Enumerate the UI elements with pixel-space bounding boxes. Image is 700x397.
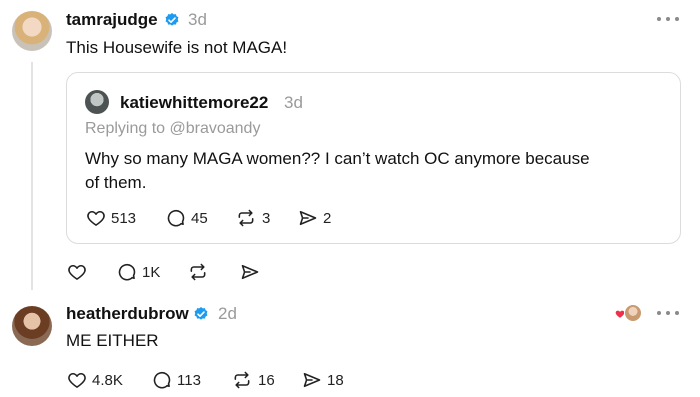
share-icon [303, 372, 321, 388]
repost-button[interactable]: 16 [231, 370, 275, 390]
heart-icon [68, 264, 86, 280]
like-button[interactable]: 4.8K [67, 370, 123, 390]
repost-icon [234, 371, 250, 389]
comment-icon [153, 371, 171, 389]
more-options-icon[interactable] [657, 16, 679, 22]
avatar-katiewhittemore22[interactable] [85, 90, 109, 114]
post-time: 2d [218, 304, 237, 323]
share-icon [241, 264, 259, 280]
username-tamrajudge[interactable]: tamrajudge [66, 10, 158, 30]
share-button[interactable]: 18 [302, 370, 344, 390]
quote-like-button[interactable]: 513 [86, 208, 136, 228]
like-count: 4.8K [92, 371, 123, 389]
quote-share-button[interactable]: 2 [298, 208, 331, 228]
repost-button[interactable] [187, 262, 209, 282]
share-count: 2 [323, 209, 332, 227]
comment-count: 45 [191, 209, 208, 227]
username-katiewhittemore22[interactable]: katiewhittemore22 [120, 93, 268, 113]
share-count: 18 [327, 371, 344, 389]
replying-to-label[interactable]: Replying to @bravoandy [85, 120, 260, 138]
thread-connector-line [31, 62, 33, 290]
like-count: 513 [111, 209, 137, 227]
heart-icon [68, 372, 86, 388]
post-time: 3d [188, 10, 207, 29]
quote-text-line-2: of them. [85, 173, 147, 192]
verified-badge-icon [165, 13, 179, 26]
share-icon [299, 210, 317, 226]
share-button[interactable] [240, 262, 260, 282]
quote-comment-button[interactable]: 45 [166, 208, 208, 228]
quote-time: 3d [284, 93, 303, 112]
more-options-icon[interactable] [657, 310, 679, 316]
username-heatherdubrow[interactable]: heatherdubrow [66, 304, 189, 324]
repost-count: 3 [262, 209, 271, 227]
comment-button[interactable]: 1K [117, 262, 160, 282]
post-text: This Housewife is not MAGA! [66, 38, 288, 57]
like-button[interactable] [67, 262, 87, 282]
repost-icon [238, 209, 254, 227]
repost-count: 16 [258, 371, 275, 389]
heart-icon [87, 210, 105, 226]
liked-by-avatar[interactable] [624, 304, 642, 322]
verified-badge-icon [194, 307, 208, 320]
comment-icon [118, 263, 136, 281]
avatar-tamrajudge[interactable] [12, 11, 52, 51]
comment-button[interactable]: 113 [152, 370, 201, 390]
post-text: ME EITHER [66, 331, 159, 350]
comment-icon [167, 209, 185, 227]
comment-count: 1K [142, 263, 161, 281]
quote-repost-button[interactable]: 3 [235, 208, 270, 228]
avatar-heatherdubrow[interactable] [12, 306, 52, 346]
comment-count: 113 [177, 371, 201, 389]
quote-text-line-1: Why so many MAGA women?? I can’t watch O… [85, 149, 590, 168]
repost-icon [190, 263, 206, 281]
